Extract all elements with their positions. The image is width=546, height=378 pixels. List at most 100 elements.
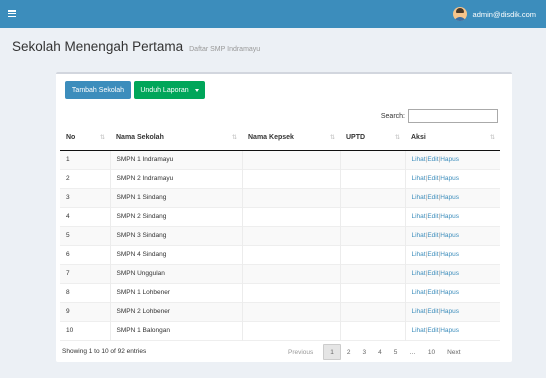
cell-no: 2 xyxy=(60,169,111,188)
delete-link[interactable]: Hapus xyxy=(440,213,459,220)
cell-aksi: Lihat|Edit|Hapus xyxy=(405,207,500,226)
pagination-next[interactable]: Next xyxy=(441,344,466,360)
delete-link[interactable]: Hapus xyxy=(440,270,459,277)
pagination-page[interactable]: 5 xyxy=(388,344,404,360)
view-link[interactable]: Lihat xyxy=(412,194,426,201)
edit-link[interactable]: Edit xyxy=(427,251,438,258)
column-header-uptd[interactable]: UPTD ⇅ xyxy=(340,126,405,151)
cell-nama-kepsek xyxy=(242,302,341,321)
edit-link[interactable]: Edit xyxy=(427,194,438,201)
view-link[interactable]: Lihat xyxy=(412,175,426,182)
edit-link[interactable]: Edit xyxy=(427,327,438,334)
table-row: 2 SMPN 2 Indramayu Lihat|Edit|Hapus xyxy=(60,169,500,188)
cell-uptd xyxy=(340,302,406,321)
view-link[interactable]: Lihat xyxy=(412,327,426,334)
sort-icon: ⇅ xyxy=(489,135,495,141)
download-report-button[interactable]: Unduh Laporan xyxy=(134,81,205,99)
cell-aksi: Lihat|Edit|Hapus xyxy=(405,283,500,302)
column-header-nama-kepsek[interactable]: Nama Kepsek ⇅ xyxy=(242,126,340,151)
column-header-label: Nama Kepsek xyxy=(248,134,294,142)
cell-uptd xyxy=(340,283,406,302)
edit-link[interactable]: Edit xyxy=(427,156,438,163)
delete-link[interactable]: Hapus xyxy=(440,327,459,334)
cell-nama-sekolah: SMPN 2 Indramayu xyxy=(110,169,243,188)
delete-link[interactable]: Hapus xyxy=(440,156,459,163)
table-header-row: No ⇅ Nama Sekolah ⇅ Nama Kepsek ⇅ UPTD ⇅ Aks… xyxy=(60,126,500,151)
cell-nama-sekolah: SMPN 1 Sindang xyxy=(110,188,243,207)
search-input[interactable] xyxy=(408,109,498,123)
cell-aksi: Lihat|Edit|Hapus xyxy=(405,150,500,169)
view-link[interactable]: Lihat xyxy=(412,232,426,239)
cell-aksi: Lihat|Edit|Hapus xyxy=(405,302,500,321)
cell-nama-kepsek xyxy=(242,226,341,245)
column-header-label: UPTD xyxy=(346,134,366,142)
cell-nama-kepsek xyxy=(242,207,341,226)
delete-link[interactable]: Hapus xyxy=(440,308,459,315)
sort-icon: ⇅ xyxy=(329,135,335,141)
cell-no: 4 xyxy=(60,207,111,226)
pagination-previous[interactable]: Previous xyxy=(282,344,319,360)
pagination-page[interactable]: 4 xyxy=(372,344,388,360)
sort-icon: ⇅ xyxy=(394,135,400,141)
view-link[interactable]: Lihat xyxy=(412,289,426,296)
cell-nama-sekolah: SMPN 2 Lohbener xyxy=(110,302,243,321)
user-avatar-icon xyxy=(452,7,467,21)
column-header-label: Nama Sekolah xyxy=(116,134,164,142)
delete-link[interactable]: Hapus xyxy=(440,194,459,201)
view-link[interactable]: Lihat xyxy=(412,156,426,163)
column-header-aksi[interactable]: Aksi ⇅ xyxy=(405,126,500,151)
pagination: Previous 1 2 3 4 5 … 10 Next xyxy=(282,344,467,360)
pagination-page[interactable]: 10 xyxy=(422,344,441,360)
search-label: Search: xyxy=(380,112,405,120)
cell-no: 1 xyxy=(60,150,111,169)
edit-link[interactable]: Edit xyxy=(427,270,438,277)
delete-link[interactable]: Hapus xyxy=(440,289,459,296)
hamburger-menu-icon[interactable] xyxy=(8,10,16,18)
table-row: 7 SMPN Unggulan Lihat|Edit|Hapus xyxy=(60,264,500,283)
delete-link[interactable]: Hapus xyxy=(440,232,459,239)
cell-no: 5 xyxy=(60,226,111,245)
cell-no: 6 xyxy=(60,245,111,264)
cell-nama-sekolah: SMPN 4 Sindang xyxy=(110,245,243,264)
page-subtitle: Daftar SMP Indramayu xyxy=(189,46,261,53)
cell-nama-kepsek xyxy=(242,283,341,302)
school-list-box: Tambah Sekolah Unduh Laporan Search: No ⇅… xyxy=(56,72,512,362)
edit-link[interactable]: Edit xyxy=(427,213,438,220)
pagination-page[interactable]: 2 xyxy=(341,344,357,360)
pagination-page[interactable]: 1 xyxy=(323,344,341,360)
cell-aksi: Lihat|Edit|Hapus xyxy=(405,169,500,188)
edit-link[interactable]: Edit xyxy=(427,175,438,182)
view-link[interactable]: Lihat xyxy=(412,251,426,258)
pagination-ellipsis: … xyxy=(409,348,416,356)
edit-link[interactable]: Edit xyxy=(427,289,438,296)
pagination-page[interactable]: 3 xyxy=(357,344,373,360)
view-link[interactable]: Lihat xyxy=(412,308,426,315)
edit-link[interactable]: Edit xyxy=(427,308,438,315)
cell-nama-kepsek xyxy=(242,264,341,283)
cell-nama-kepsek xyxy=(242,150,341,169)
cell-nama-sekolah: SMPN 3 Sindang xyxy=(110,226,243,245)
cell-uptd xyxy=(340,264,406,283)
cell-aksi: Lihat|Edit|Hapus xyxy=(405,226,500,245)
sort-asc-icon: ⇅ xyxy=(99,135,105,141)
cell-no: 10 xyxy=(60,321,111,340)
user-menu[interactable]: admin@disdik.com xyxy=(452,7,536,21)
cell-no: 3 xyxy=(60,188,111,207)
cell-uptd xyxy=(340,188,406,207)
add-school-button[interactable]: Tambah Sekolah xyxy=(65,81,131,99)
column-header-label: Aksi xyxy=(411,134,426,142)
view-link[interactable]: Lihat xyxy=(412,270,426,277)
search-box: Search: xyxy=(381,109,498,123)
table-row: 6 SMPN 4 Sindang Lihat|Edit|Hapus xyxy=(60,245,500,264)
column-header-nama-sekolah[interactable]: Nama Sekolah ⇅ xyxy=(110,126,242,151)
download-report-label: Unduh Laporan xyxy=(140,86,189,94)
view-link[interactable]: Lihat xyxy=(412,213,426,220)
cell-nama-sekolah: SMPN Unggulan xyxy=(110,264,243,283)
cell-nama-kepsek xyxy=(242,188,341,207)
edit-link[interactable]: Edit xyxy=(427,232,438,239)
delete-link[interactable]: Hapus xyxy=(440,175,459,182)
cell-uptd xyxy=(340,321,406,340)
column-header-no[interactable]: No ⇅ xyxy=(60,126,110,151)
delete-link[interactable]: Hapus xyxy=(440,251,459,258)
table-row: 3 SMPN 1 Sindang Lihat|Edit|Hapus xyxy=(60,188,500,207)
